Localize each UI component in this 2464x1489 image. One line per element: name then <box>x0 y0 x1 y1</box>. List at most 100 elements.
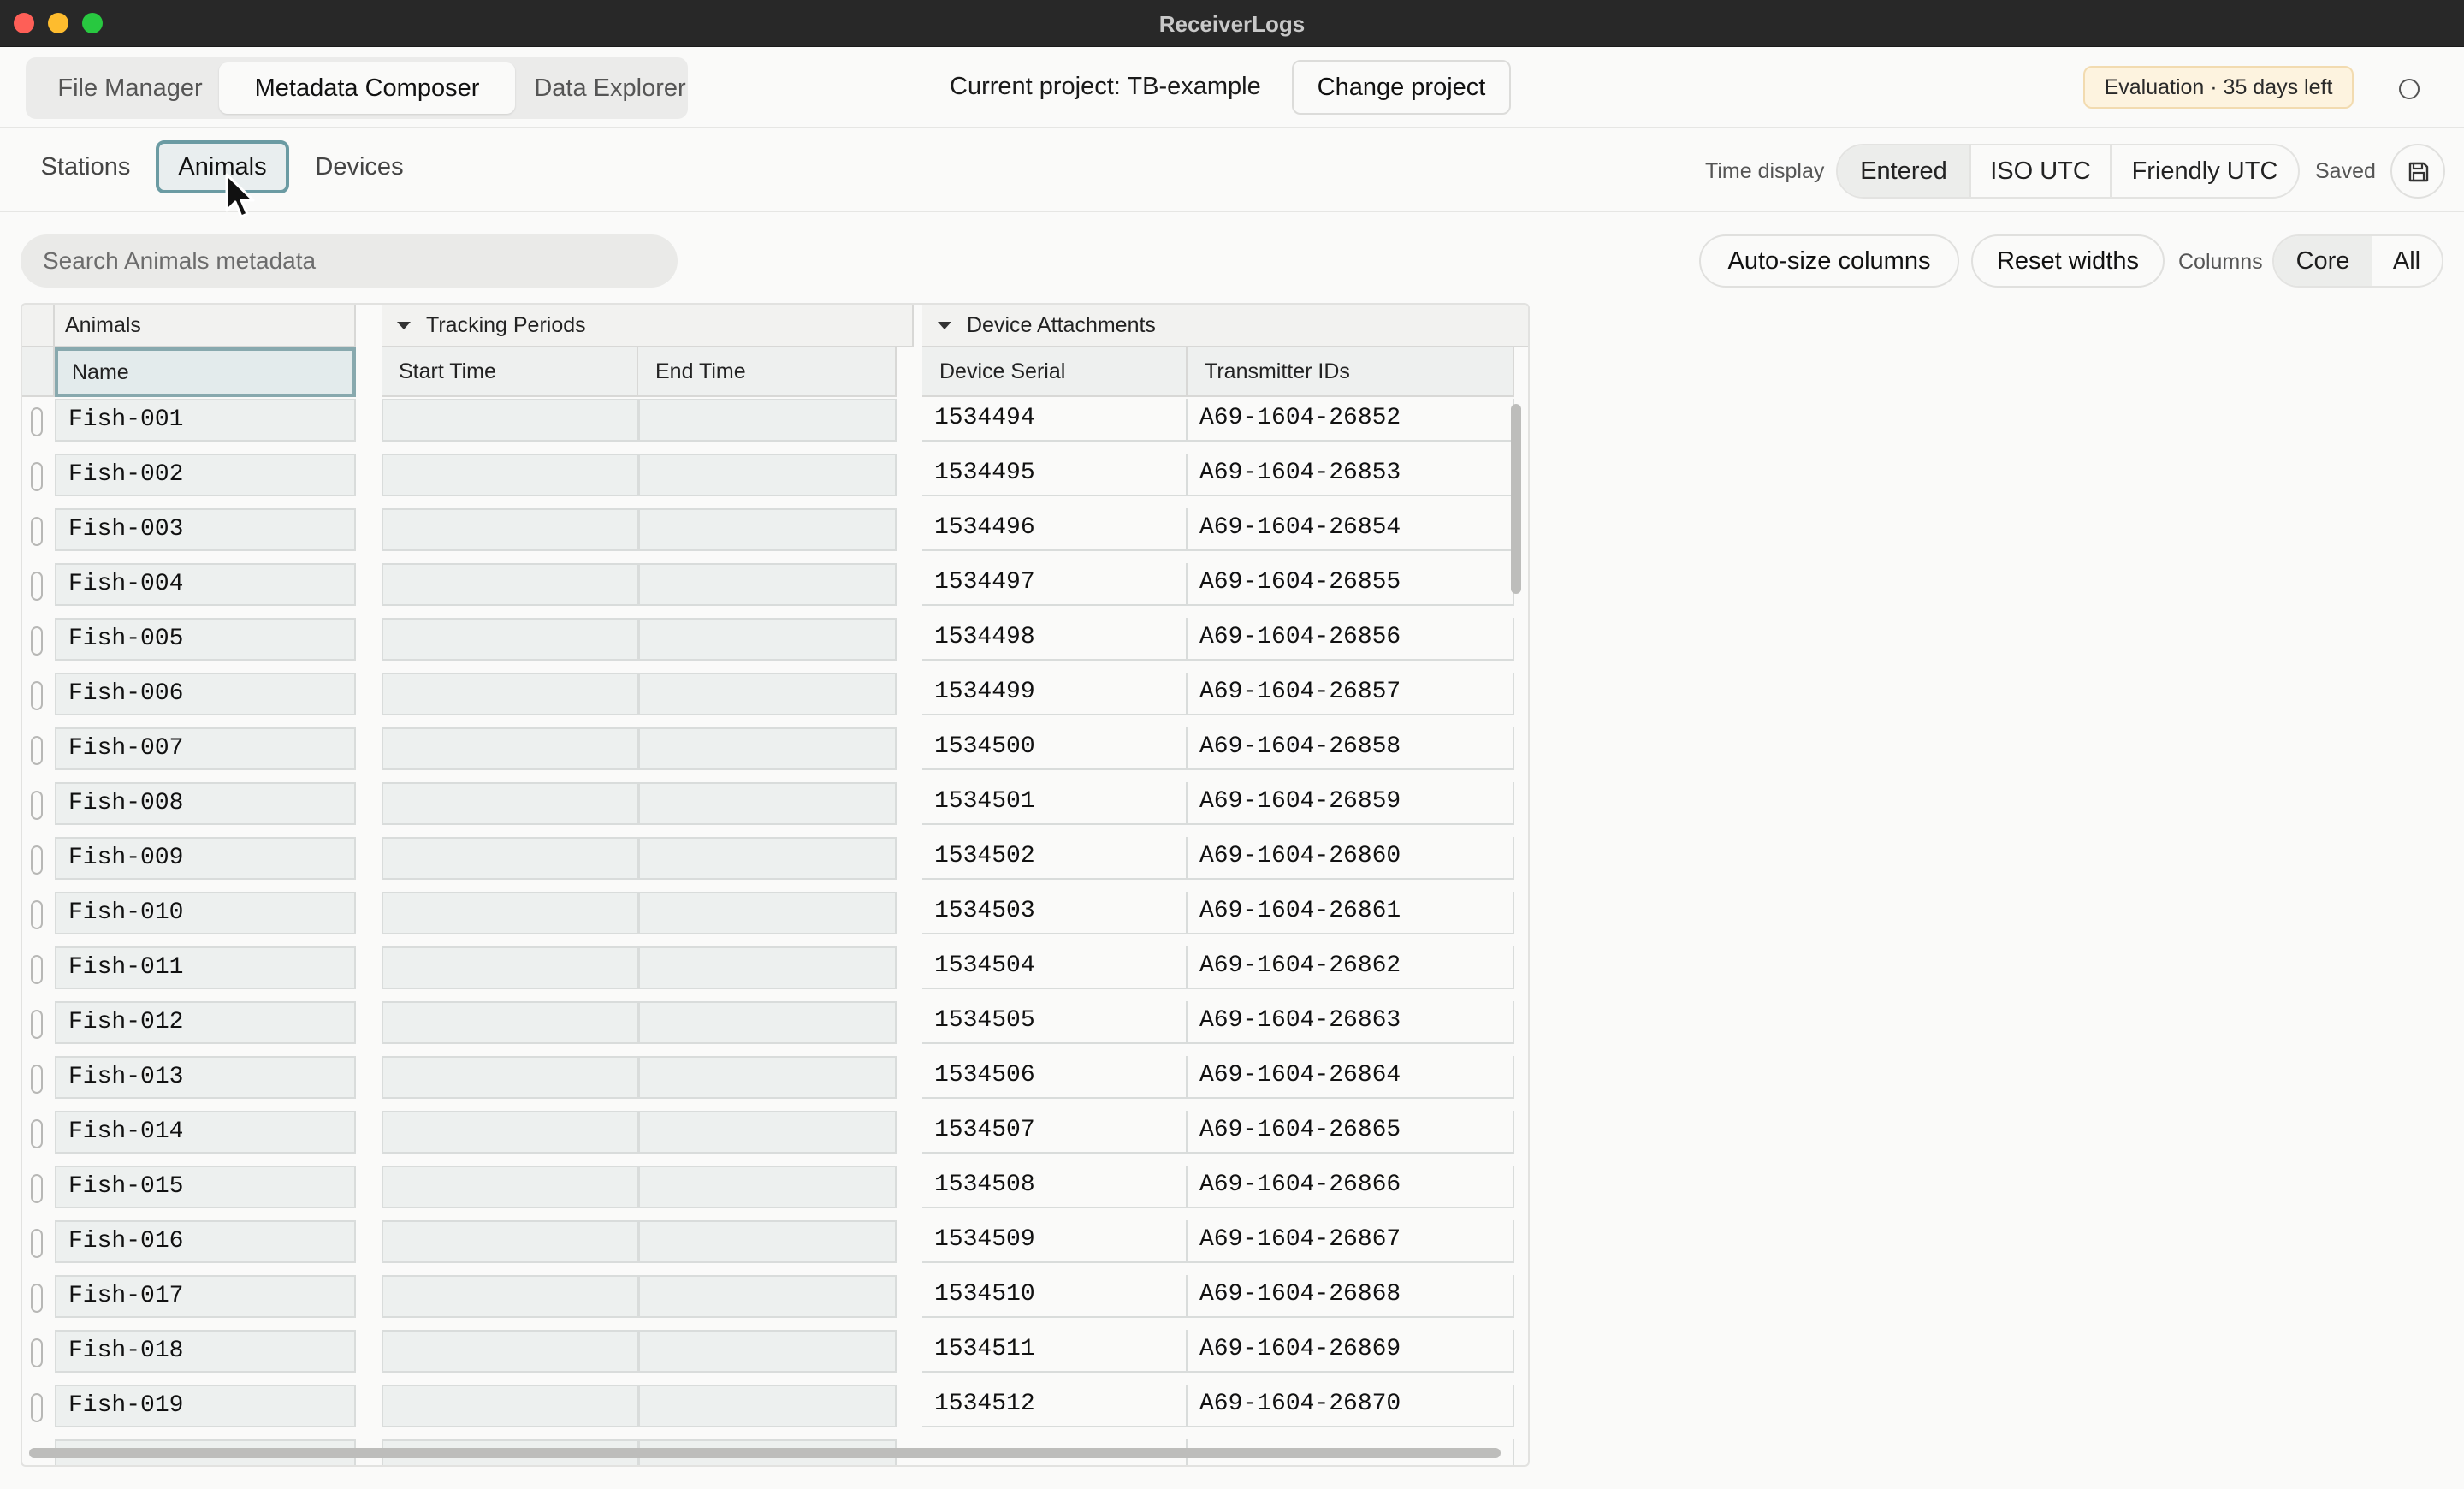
row-drag-handle[interactable] <box>31 462 43 491</box>
cell-start-time[interactable] <box>382 1056 638 1099</box>
row-drag-handle[interactable] <box>31 736 43 765</box>
cell-device-serial[interactable]: 1534503 <box>922 892 1188 934</box>
cell-end-time[interactable] <box>638 673 897 715</box>
cell-device-serial[interactable]: 1534494 <box>922 399 1188 442</box>
column-header-transmitter-ids[interactable]: Transmitter IDs <box>1188 347 1514 397</box>
cell-device-serial[interactable]: 1534500 <box>922 727 1188 770</box>
cell-device-serial[interactable]: 1534510 <box>922 1275 1188 1318</box>
cell-end-time[interactable] <box>638 1275 897 1318</box>
cell-end-time[interactable] <box>638 782 897 825</box>
subtab-devices[interactable]: Devices <box>293 140 426 193</box>
cell-end-time[interactable] <box>638 454 897 496</box>
tab-data-explorer[interactable]: Data Explorer <box>515 62 705 114</box>
cell-end-time[interactable] <box>638 1111 897 1154</box>
cell-name[interactable]: Fish-012 <box>55 1001 356 1044</box>
cell-start-time[interactable] <box>382 1111 638 1154</box>
cell-start-time[interactable] <box>382 782 638 825</box>
row-drag-handle[interactable] <box>31 955 43 984</box>
cell-transmitter-ids[interactable]: A69-1604-26855 <box>1188 563 1514 606</box>
cell-end-time[interactable] <box>638 1166 897 1208</box>
cell-device-serial[interactable]: 1534504 <box>922 946 1188 989</box>
tab-file-manager[interactable]: File Manager <box>33 62 228 114</box>
cell-name[interactable]: Fish-004 <box>55 563 356 606</box>
columns-all-option[interactable]: All <box>2372 236 2442 286</box>
row-drag-handle[interactable] <box>31 900 43 929</box>
cell-start-time[interactable] <box>382 673 638 715</box>
cell-name[interactable]: Fish-003 <box>55 508 356 551</box>
column-header-end-time[interactable]: End Time <box>638 347 897 397</box>
cell-device-serial[interactable]: 1534512 <box>922 1385 1188 1427</box>
cell-transmitter-ids[interactable]: A69-1604-26859 <box>1188 782 1514 825</box>
cell-transmitter-ids[interactable]: A69-1604-26858 <box>1188 727 1514 770</box>
row-drag-handle[interactable] <box>31 1119 43 1148</box>
tab-metadata-composer[interactable]: Metadata Composer <box>219 62 515 114</box>
cell-transmitter-ids[interactable]: A69-1604-26852 <box>1188 399 1514 442</box>
row-drag-handle[interactable] <box>31 572 43 601</box>
time-entered-option[interactable]: Entered <box>1838 145 1969 197</box>
cell-start-time[interactable] <box>382 1385 638 1427</box>
cell-start-time[interactable] <box>382 454 638 496</box>
cell-start-time[interactable] <box>382 1220 638 1263</box>
cell-end-time[interactable] <box>638 837 897 880</box>
row-drag-handle[interactable] <box>31 1229 43 1258</box>
cell-end-time[interactable] <box>638 1001 897 1044</box>
cell-device-serial[interactable]: 1534498 <box>922 618 1188 661</box>
cell-end-time[interactable] <box>638 399 897 442</box>
auto-size-columns-button[interactable]: Auto-size columns <box>1699 234 1959 288</box>
cell-name[interactable]: Fish-010 <box>55 892 356 934</box>
row-drag-handle[interactable] <box>31 845 43 875</box>
cell-transmitter-ids[interactable]: A69-1604-26860 <box>1188 837 1514 880</box>
cell-device-serial[interactable]: 1534496 <box>922 508 1188 551</box>
cell-start-time[interactable] <box>382 1001 638 1044</box>
cell-transmitter-ids[interactable]: A69-1604-26863 <box>1188 1001 1514 1044</box>
cell-name[interactable]: Fish-014 <box>55 1111 356 1154</box>
row-drag-handle[interactable] <box>31 626 43 656</box>
cell-transmitter-ids[interactable]: A69-1604-26870 <box>1188 1385 1514 1427</box>
cell-start-time[interactable] <box>382 1166 638 1208</box>
cell-transmitter-ids[interactable]: A69-1604-26856 <box>1188 618 1514 661</box>
cell-transmitter-ids[interactable]: A69-1604-26861 <box>1188 892 1514 934</box>
cell-end-time[interactable] <box>638 1330 897 1373</box>
row-drag-handle[interactable] <box>31 407 43 436</box>
cell-name[interactable]: Fish-013 <box>55 1056 356 1099</box>
cell-device-serial[interactable]: 1534509 <box>922 1220 1188 1263</box>
cell-start-time[interactable] <box>382 508 638 551</box>
time-friendly-utc-option[interactable]: Friendly UTC <box>2112 145 2298 197</box>
cell-name[interactable]: Fish-016 <box>55 1220 356 1263</box>
cell-transmitter-ids[interactable]: A69-1604-26857 <box>1188 673 1514 715</box>
cell-name[interactable]: Fish-011 <box>55 946 356 989</box>
cell-start-time[interactable] <box>382 837 638 880</box>
row-drag-handle[interactable] <box>31 1393 43 1422</box>
cell-name[interactable]: Fish-005 <box>55 618 356 661</box>
row-drag-handle[interactable] <box>31 1284 43 1313</box>
row-drag-handle[interactable] <box>31 791 43 820</box>
column-header-start-time[interactable]: Start Time <box>382 347 638 397</box>
cell-name[interactable]: Fish-009 <box>55 837 356 880</box>
cell-transmitter-ids[interactable]: A69-1604-26869 <box>1188 1330 1514 1373</box>
collapse-caret-icon[interactable] <box>397 322 411 329</box>
cell-name[interactable]: Fish-018 <box>55 1330 356 1373</box>
cell-device-serial[interactable]: 1534497 <box>922 563 1188 606</box>
cell-start-time[interactable] <box>382 1330 638 1373</box>
cell-device-serial[interactable]: 1534507 <box>922 1111 1188 1154</box>
cell-name[interactable]: Fish-001 <box>55 399 356 442</box>
vertical-scrollbar[interactable] <box>1511 404 1521 594</box>
row-drag-handle[interactable] <box>31 1174 43 1203</box>
column-header-name[interactable]: Name <box>55 347 356 397</box>
status-indicator-icon[interactable] <box>2399 79 2420 99</box>
cell-start-time[interactable] <box>382 1275 638 1318</box>
cell-start-time[interactable] <box>382 892 638 934</box>
row-drag-handle[interactable] <box>31 1065 43 1094</box>
save-button[interactable] <box>2390 144 2445 199</box>
cell-device-serial[interactable]: 1534495 <box>922 454 1188 496</box>
cell-start-time[interactable] <box>382 399 638 442</box>
cell-name[interactable]: Fish-007 <box>55 727 356 770</box>
horizontal-scrollbar[interactable] <box>29 1448 1501 1458</box>
columns-core-option[interactable]: Core <box>2274 236 2372 286</box>
subtab-stations[interactable]: Stations <box>19 140 152 193</box>
cell-end-time[interactable] <box>638 892 897 934</box>
cell-end-time[interactable] <box>638 1220 897 1263</box>
cell-device-serial[interactable]: 1534508 <box>922 1166 1188 1208</box>
reset-widths-button[interactable]: Reset widths <box>1971 234 2165 288</box>
cell-transmitter-ids[interactable]: A69-1604-26864 <box>1188 1056 1514 1099</box>
